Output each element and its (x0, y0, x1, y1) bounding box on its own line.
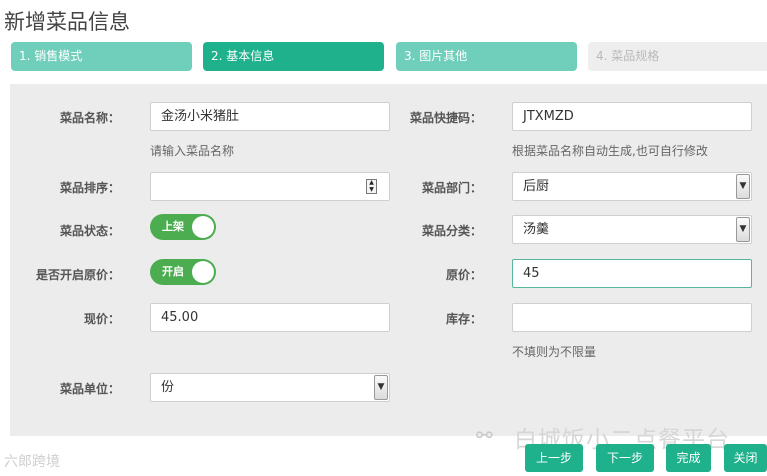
quick-code-label: 菜品快捷码： (409, 111, 482, 125)
page-title: 新增菜品信息 (4, 10, 130, 34)
next-step-button[interactable]: 下一步 (596, 444, 654, 472)
status-label: 菜品状态： (59, 224, 120, 238)
unit-value: 份 (161, 380, 175, 395)
chevron-down-icon[interactable]: ▼ (736, 174, 750, 199)
status-toggle[interactable]: 上架 (150, 214, 216, 240)
enable-original-price-label: 是否开启原价： (35, 268, 120, 282)
corner-watermark: 六郎跨境 (4, 454, 60, 470)
prev-step-button[interactable]: 上一步 (525, 444, 583, 472)
current-price-input[interactable]: 45.00 (150, 303, 390, 332)
stock-label: 库存： (445, 312, 482, 326)
original-price-input[interactable]: 45 (512, 259, 752, 288)
quick-code-help: 根据菜品名称自动生成,也可自行修改 (512, 144, 708, 158)
close-button[interactable]: 关闭 (724, 444, 767, 472)
finish-button[interactable]: 完成 (666, 444, 711, 472)
enable-original-price-toggle[interactable]: 开启 (150, 259, 216, 285)
category-label: 菜品分类： (421, 224, 482, 238)
current-price-label: 现价： (83, 312, 120, 326)
dish-name-input[interactable]: 金汤小米猪肚 (150, 102, 390, 131)
department-value: 后厨 (523, 179, 550, 194)
toggle-knob (192, 261, 214, 283)
unit-label: 菜品单位： (59, 382, 120, 396)
step-basic-info[interactable]: 2. 基本信息 (203, 42, 384, 71)
enable-original-price-toggle-text: 开启 (162, 265, 184, 278)
sort-order-label: 菜品排序： (59, 181, 120, 195)
form-panel: 菜品名称： 金汤小米猪肚 请输入菜品名称 菜品快捷码： JTXMZD 根据菜品名… (10, 84, 767, 436)
unit-select[interactable]: 份 ▼ (150, 373, 390, 402)
original-price-label: 原价： (445, 268, 482, 282)
department-select[interactable]: 后厨 ▼ (512, 172, 752, 201)
stock-input[interactable] (512, 303, 752, 332)
sort-order-input[interactable]: ▲ ▼ (150, 172, 390, 201)
toggle-knob (192, 216, 214, 238)
step-dish-spec[interactable]: 4. 菜品规格 (588, 42, 767, 71)
category-value: 汤羹 (523, 222, 550, 237)
wizard-steps: 1. 销售模式 2. 基本信息 3. 图片其他 4. 菜品规格 (11, 42, 767, 71)
category-select[interactable]: 汤羹 ▼ (512, 215, 752, 244)
stock-help: 不填则为不限量 (512, 345, 597, 359)
quick-code-input[interactable]: JTXMZD (512, 102, 752, 131)
wechat-icon: ⚯ (476, 423, 493, 447)
step-sales-mode[interactable]: 1. 销售模式 (11, 42, 192, 71)
department-label: 菜品部门： (421, 181, 482, 195)
step-images-other[interactable]: 3. 图片其他 (396, 42, 577, 71)
chevron-down-icon[interactable]: ▼ (736, 217, 750, 242)
chevron-down-icon[interactable]: ▼ (374, 375, 388, 400)
dish-name-label: 菜品名称： (59, 111, 120, 125)
dish-name-help: 请输入菜品名称 (150, 144, 235, 158)
status-toggle-text: 上架 (162, 220, 184, 233)
